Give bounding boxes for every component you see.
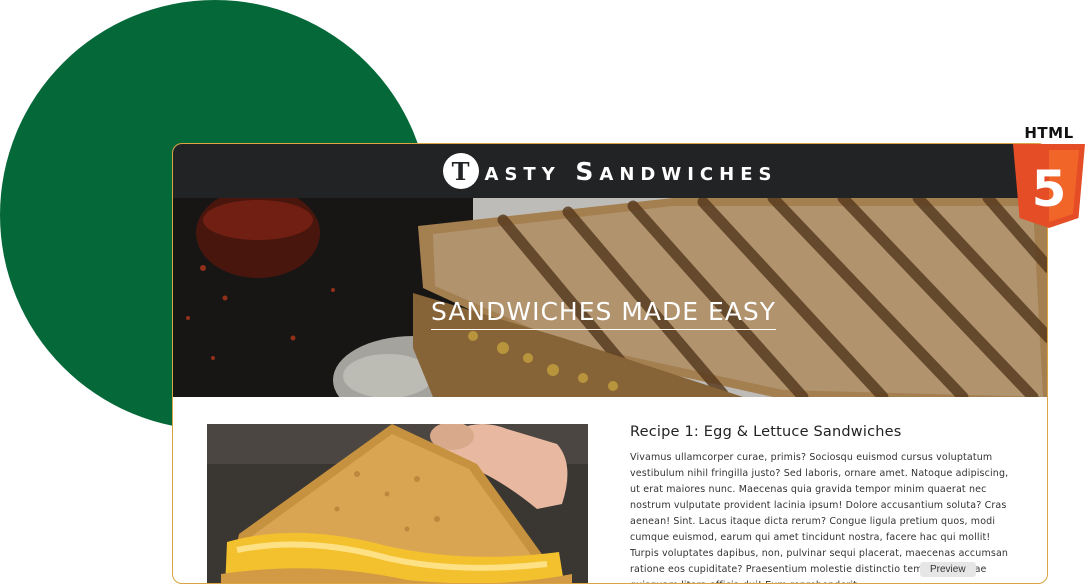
- html5-glyph: 5: [1032, 160, 1067, 218]
- html5-shield-icon: 5: [1013, 144, 1085, 228]
- recipe-text-block: Recipe 1: Egg & Lettuce Sandwiches Vivam…: [630, 424, 1010, 583]
- preview-label[interactable]: Preview: [920, 562, 976, 577]
- grilled-cheese-photo: [207, 424, 588, 583]
- html5-badge: HTML 5: [1011, 124, 1086, 230]
- html5-label: HTML: [1024, 124, 1074, 142]
- site-header: T asty Sandwiches: [173, 144, 1047, 198]
- recipe-title: Recipe 1: Egg & Lettuce Sandwiches: [630, 424, 902, 440]
- browser-preview-window: T asty Sandwiches SANDWICHES MADE EASY R…: [172, 143, 1048, 584]
- logo-letter-badge[interactable]: T: [442, 153, 479, 189]
- recipe-photo: [207, 424, 588, 583]
- hero-title: SANDWICHES MADE EASY: [431, 297, 777, 330]
- site-title[interactable]: asty Sandwiches: [485, 157, 778, 186]
- recipe-section: Recipe 1: Egg & Lettuce Sandwiches Vivam…: [173, 397, 1047, 583]
- hero-banner: SANDWICHES MADE EASY: [173, 198, 1047, 397]
